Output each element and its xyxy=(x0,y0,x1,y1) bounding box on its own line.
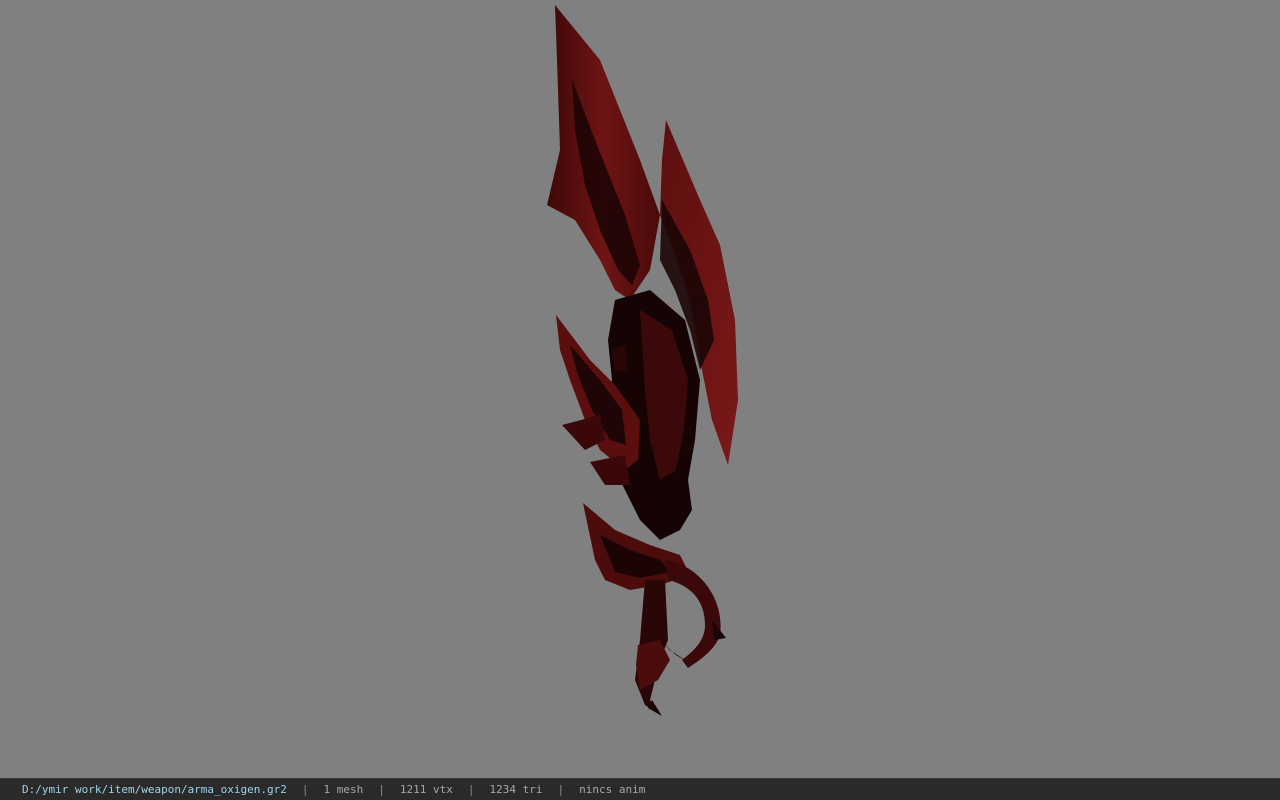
file-path-label: D:/ymir work/item/weapon/arma_oxigen.gr2 xyxy=(22,783,287,796)
small-spike-2 xyxy=(590,455,630,485)
claw-hook xyxy=(665,560,721,668)
status-bar: D:/ymir work/item/weapon/arma_oxigen.gr2… xyxy=(0,778,1280,800)
sword-model[interactable] xyxy=(0,0,1280,778)
separator: | xyxy=(557,783,565,796)
vertex-count-label: 1211 vtx xyxy=(399,783,453,796)
mesh-count-label: 1 mesh xyxy=(323,783,364,796)
separator: | xyxy=(301,783,309,796)
blade-main xyxy=(547,5,660,300)
3d-viewport[interactable] xyxy=(0,0,1280,778)
triangle-count-label: 1234 tri xyxy=(489,783,543,796)
animation-status-label: nincs anim xyxy=(579,783,646,796)
separator: | xyxy=(467,783,475,796)
separator: | xyxy=(378,783,385,796)
